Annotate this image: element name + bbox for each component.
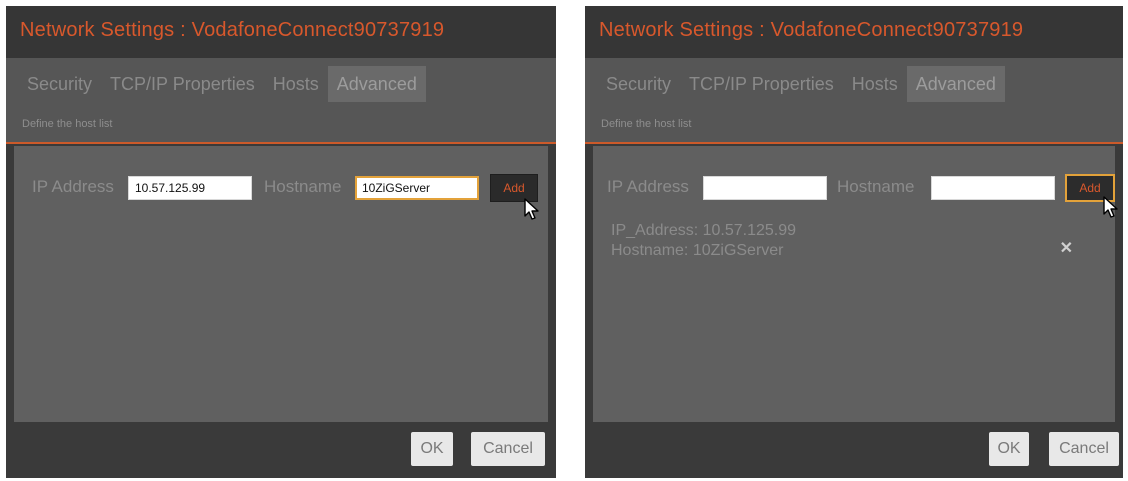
mouse-pointer-icon [1103,196,1118,218]
hostname-label: Hostname [837,177,915,196]
ip-address-label: IP Address [32,177,114,196]
ip-address-input[interactable] [703,176,827,200]
close-icon[interactable]: ✕ [1060,238,1073,258]
tab-security[interactable]: Security [18,66,101,102]
section-description: Define the host list [601,118,692,130]
ip-address-input[interactable]: 10.57.125.99 [128,176,252,200]
dialog-title: Network Settings : VodafoneConnect907379… [20,19,445,41]
ok-button[interactable]: OK [411,432,453,466]
tab-hosts[interactable]: Hosts [843,66,907,102]
hostname-input[interactable]: 10ZiGServer [355,176,479,200]
cancel-button[interactable]: Cancel [1049,432,1119,466]
accent-divider [6,142,556,144]
tabs-area: Security TCP/IP Properties Hosts Advance… [6,58,556,144]
mouse-pointer-icon [524,198,539,220]
tab-security[interactable]: Security [597,66,680,102]
dialog-footer: OK Cancel [585,422,1123,478]
tab-advanced[interactable]: Advanced [906,66,1005,102]
host-list-item: IP_Address: 10.57.125.99 Hostname: 10ZiG… [611,221,796,261]
hostname-label: Hostname [264,177,342,196]
cancel-button[interactable]: Cancel [471,432,545,466]
dialog-title: Network Settings : VodafoneConnect907379… [599,19,1024,41]
host-entry-ip: IP_Address: 10.57.125.99 [611,222,797,239]
dialog-footer: OK Cancel [6,422,556,478]
dialog-titlebar: Network Settings : VodafoneConnect907379… [585,6,1123,58]
ip-address-label: IP Address [607,177,689,196]
host-entry-hostname: Hostname: 10ZiGServer [611,242,784,259]
tab-hosts[interactable]: Hosts [264,66,328,102]
network-settings-dialog-after: Network Settings : VodafoneConnect907379… [585,6,1123,478]
tab-bar: Security TCP/IP Properties Hosts Advance… [597,66,1005,102]
accent-divider [585,142,1123,144]
section-description: Define the host list [22,118,113,130]
hosts-panel: IP Address 10.57.125.99 Hostname 10ZiGSe… [14,146,548,422]
tab-bar: Security TCP/IP Properties Hosts Advance… [18,66,426,102]
network-settings-dialog-before: Network Settings : VodafoneConnect907379… [6,6,556,478]
hostname-input[interactable] [931,176,1055,200]
tab-tcpip-properties[interactable]: TCP/IP Properties [680,66,843,102]
tabs-area: Security TCP/IP Properties Hosts Advance… [585,58,1123,144]
tab-advanced[interactable]: Advanced [327,66,426,102]
hosts-panel: IP Address Hostname Add IP_Address: 10.5… [593,146,1115,422]
ok-button[interactable]: OK [989,432,1029,466]
tab-tcpip-properties[interactable]: TCP/IP Properties [101,66,264,102]
dialog-titlebar: Network Settings : VodafoneConnect907379… [6,6,556,58]
